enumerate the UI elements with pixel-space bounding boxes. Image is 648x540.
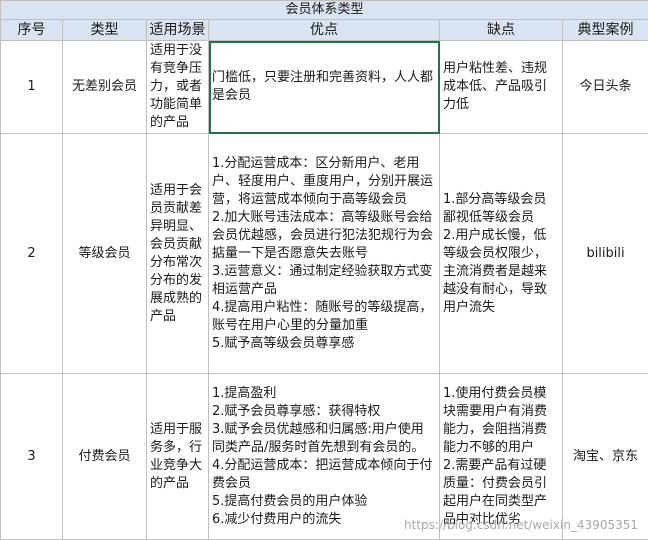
header-type[interactable]: 类型 bbox=[63, 20, 147, 41]
cell-cons[interactable]: 用户粘性差、违规成本低、产品吸引力低 bbox=[440, 41, 563, 134]
cell-type[interactable]: 无差别会员 bbox=[63, 41, 147, 134]
cell-scene-text: 适用于没有竞争压力，或者功能简单的产品 bbox=[147, 41, 208, 133]
header-no[interactable]: 序号 bbox=[1, 20, 63, 41]
cell-cons-text: 1.部分高等级会员鄙视低等级会员 2.用户成长慢，低等级会员权限少，主流消费者是… bbox=[440, 190, 562, 318]
cell-case[interactable]: 淘宝、京东 bbox=[563, 374, 648, 540]
cell-case[interactable]: 今日头条 bbox=[563, 41, 648, 134]
cell-pros[interactable]: 1.分配运营成本：区分新用户、老用户、轻度用户、重度用户，分别开展运营，将运营成… bbox=[209, 134, 440, 374]
cell-cons[interactable]: 1.部分高等级会员鄙视低等级会员 2.用户成长慢，低等级会员权限少，主流消费者是… bbox=[440, 134, 563, 374]
cell-pros-text: 1.分配运营成本：区分新用户、老用户、轻度用户、重度用户，分别开展运营，将运营成… bbox=[209, 154, 439, 354]
cell-cons-text: 用户粘性差、违规成本低、产品吸引力低 bbox=[440, 59, 562, 115]
cell-scene-text: 适用于会员贡献差异明显、会员贡献分布常次分布的发展成熟的产品 bbox=[147, 181, 208, 327]
cell-scene[interactable]: 适用于服务多，行业竞争大的产品 bbox=[147, 374, 209, 540]
header-row: 序号 类型 适用场景 优点 缺点 典型案例 bbox=[1, 20, 648, 41]
cell-cons-text: 1.使用付费会员模块需要用户有消费能力，会阻挡消费能力不够的用户 2.需要产品有… bbox=[440, 384, 562, 530]
cell-pros-text: 1.提高盈利 2.赋予会员尊享感：获得特权 3.赋予会员优越感和归属感:用户使用… bbox=[209, 384, 439, 530]
table-title[interactable]: 会员体系类型 bbox=[1, 1, 648, 20]
cell-pros-selected[interactable]: 门槛低，只要注册和完善资料，人人都是会员 bbox=[209, 41, 440, 134]
header-pros[interactable]: 优点 bbox=[209, 20, 440, 41]
header-case[interactable]: 典型案例 bbox=[563, 20, 648, 41]
member-system-table: 会员体系类型 序号 类型 适用场景 优点 缺点 典型案例 1 无差别会员 适用于… bbox=[0, 0, 648, 540]
cell-no[interactable]: 2 bbox=[1, 134, 63, 374]
cell-no[interactable]: 3 bbox=[1, 374, 63, 540]
cell-no[interactable]: 1 bbox=[1, 41, 63, 134]
cell-type[interactable]: 付费会员 bbox=[63, 374, 147, 540]
header-cons[interactable]: 缺点 bbox=[440, 20, 563, 41]
title-row: 会员体系类型 bbox=[1, 1, 648, 20]
cell-case[interactable]: bilibili bbox=[563, 134, 648, 374]
table-row: 2 等级会员 适用于会员贡献差异明显、会员贡献分布常次分布的发展成熟的产品 1.… bbox=[1, 134, 648, 374]
cell-pros[interactable]: 1.提高盈利 2.赋予会员尊享感：获得特权 3.赋予会员优越感和归属感:用户使用… bbox=[209, 374, 440, 540]
cell-type[interactable]: 等级会员 bbox=[63, 134, 147, 374]
cell-scene-text: 适用于服务多，行业竞争大的产品 bbox=[147, 420, 208, 494]
table-row: 3 付费会员 适用于服务多，行业竞争大的产品 1.提高盈利 2.赋予会员尊享感：… bbox=[1, 374, 648, 540]
cell-scene[interactable]: 适用于会员贡献差异明显、会员贡献分布常次分布的发展成熟的产品 bbox=[147, 134, 209, 374]
cell-scene[interactable]: 适用于没有竞争压力，或者功能简单的产品 bbox=[147, 41, 209, 134]
header-scene[interactable]: 适用场景 bbox=[147, 20, 209, 41]
table-row: 1 无差别会员 适用于没有竞争压力，或者功能简单的产品 门槛低，只要注册和完善资… bbox=[1, 41, 648, 134]
cell-cons[interactable]: 1.使用付费会员模块需要用户有消费能力，会阻挡消费能力不够的用户 2.需要产品有… bbox=[440, 374, 563, 540]
cell-pros-text: 门槛低，只要注册和完善资料，人人都是会员 bbox=[209, 68, 439, 106]
